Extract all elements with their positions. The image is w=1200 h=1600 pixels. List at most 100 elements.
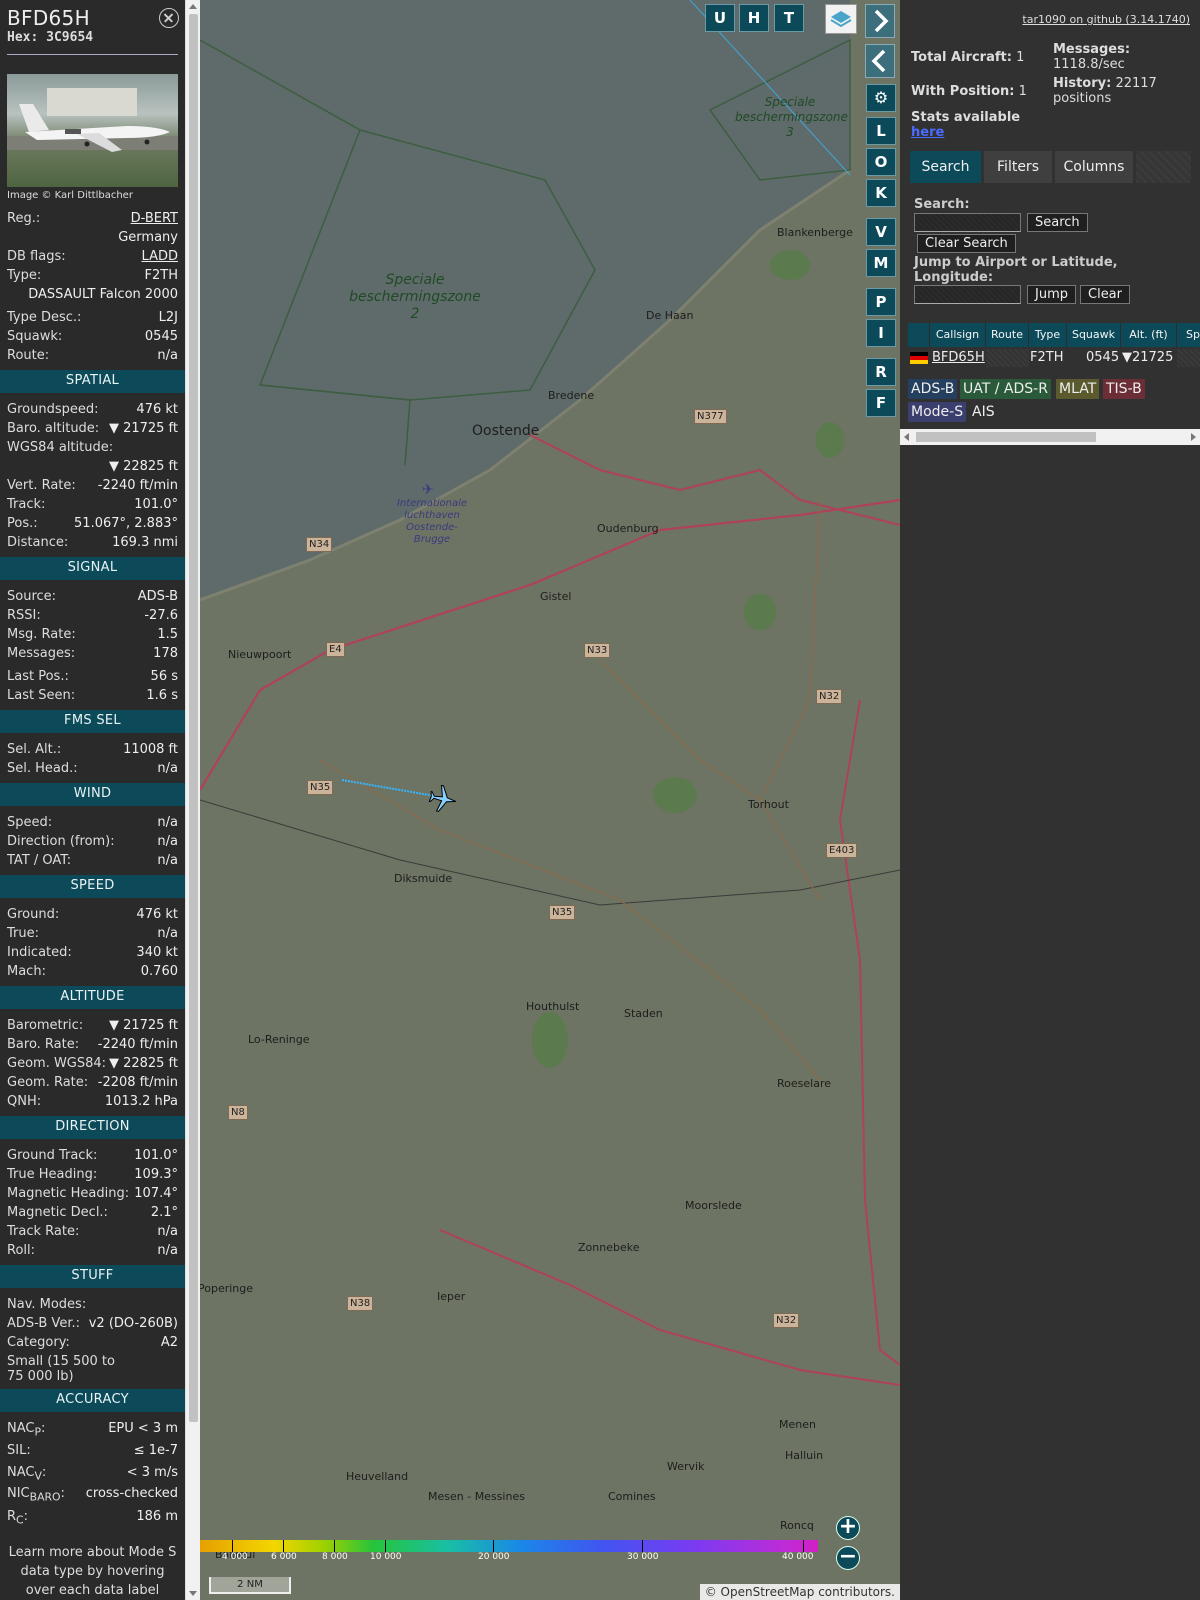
tab-empty (1136, 151, 1191, 183)
place-blankenberge: Blankenberge (777, 226, 853, 239)
aircraft-marker-icon[interactable] (425, 784, 461, 814)
col-type[interactable]: Type (1029, 323, 1067, 347)
tab-columns[interactable]: Columns (1055, 151, 1133, 183)
col-callsign[interactable]: Callsign (930, 323, 986, 347)
layers-button[interactable] (825, 4, 857, 34)
aircraft-callsign[interactable]: BFD65H (7, 6, 178, 30)
expand-sidebar-button[interactable] (865, 4, 895, 38)
toggle-m[interactable]: M (866, 249, 896, 277)
source-value: ADS-B (137, 589, 178, 604)
panel-scrollbar[interactable] (185, 0, 200, 1600)
col-altitude[interactable]: Alt. (ft) (1121, 323, 1177, 347)
scroll-right-icon[interactable] (1191, 433, 1196, 441)
toggle-i[interactable]: I (866, 319, 896, 347)
source-modes: Mode-S (908, 402, 967, 422)
section-fms-sel: FMS SEL (0, 710, 185, 733)
stats-link[interactable]: here (911, 125, 944, 140)
zoom-in-button[interactable]: + (836, 1516, 860, 1540)
place-mesen: Mesen - Messines (428, 1490, 525, 1503)
dbflags-link[interactable]: LADD (142, 247, 178, 266)
toggle-t[interactable]: T (774, 4, 804, 32)
rc-label-sub: C (16, 1513, 24, 1527)
last-seen-value: 1.6 s (146, 688, 178, 703)
row-callsign[interactable]: BFD65H (932, 349, 985, 367)
github-link[interactable]: tar1090 on github (3.14.1740) (1022, 13, 1190, 26)
zoom-out-button[interactable]: − (836, 1546, 860, 1570)
adsb-version-value: v2 (DO-260B) (88, 1316, 178, 1331)
scrollbar-thumb[interactable] (916, 432, 1096, 442)
place-wervik: Wervik (667, 1460, 705, 1473)
section-altitude: ALTITUDE (0, 986, 185, 1009)
registration-link[interactable]: D-BERT (131, 209, 178, 228)
toggle-h[interactable]: H (739, 4, 769, 32)
geom-alt-label: Geom. WGS84: (7, 1056, 107, 1071)
road-n35-west: N35 (307, 780, 334, 795)
collapse-sidebar-button[interactable] (865, 44, 895, 78)
place-comines: Comines (608, 1490, 656, 1503)
toggle-k[interactable]: K (866, 179, 896, 207)
place-moorslede: Moorslede (685, 1199, 742, 1212)
toggle-l[interactable]: L (866, 117, 896, 145)
table-horizontal-scrollbar[interactable] (900, 429, 1200, 445)
scroll-up-icon[interactable] (189, 4, 197, 9)
section-wind: WIND (0, 783, 185, 806)
settings-button[interactable]: ⚙ (866, 84, 896, 112)
geom-alt-value: ▼ 22825 ft (108, 1056, 178, 1071)
jet-image-icon (19, 104, 170, 152)
alt-mark (493, 1540, 494, 1552)
col-route[interactable]: Route (986, 323, 1029, 347)
col-speed[interactable]: Spd (1177, 323, 1200, 347)
jump-input[interactable] (914, 285, 1021, 304)
toggle-u[interactable]: U (705, 4, 735, 32)
clear-button[interactable]: Clear (1080, 285, 1130, 304)
mach-label: Mach: (7, 964, 46, 979)
map-canvas[interactable]: Speciale beschermingszone 2 Speciale bes… (200, 0, 900, 1600)
road-n33: N33 (584, 643, 611, 658)
baro-alt-value: ▼ 21725 ft (108, 421, 178, 436)
rc-value: 186 m (136, 1509, 178, 1524)
track-label: Track: (7, 497, 46, 512)
gear-icon: ⚙ (873, 88, 889, 107)
toggle-f[interactable]: F (866, 389, 896, 417)
chevron-left-icon (871, 49, 886, 73)
sidebar-tabs: Search Filters Columns (910, 151, 1191, 183)
ground-speed-label: Ground: (7, 907, 60, 922)
nicbaro-label: NICBARO: (7, 1486, 65, 1504)
toggle-o[interactable]: O (866, 148, 896, 176)
road-n32-south: N32 (773, 1313, 800, 1328)
nav-modes-label: Nav. Modes: (7, 1297, 87, 1312)
alt-tick: 40 000 (782, 1552, 814, 1562)
last-seen-label: Last Seen: (7, 688, 76, 703)
search-input[interactable] (914, 213, 1021, 232)
stats-text: Stats available (911, 110, 1021, 125)
nacv-label-sub: V (34, 1469, 42, 1483)
row-altitude: ▼21725 (1122, 350, 1174, 365)
baro-alt-label: Baro. altitude: (7, 421, 100, 436)
jump-button[interactable]: Jump (1027, 285, 1076, 304)
search-button[interactable]: Search (1027, 213, 1088, 232)
col-flag[interactable] (908, 323, 930, 347)
toggle-p[interactable]: P (866, 288, 896, 316)
close-icon[interactable] (159, 8, 179, 28)
track-rate-label: Track Rate: (7, 1224, 80, 1239)
map-attribution[interactable]: © OpenStreetMap contributors. (699, 1584, 900, 1600)
dbflags-label: DB flags: (7, 249, 66, 264)
tab-filters[interactable]: Filters (984, 151, 1052, 183)
col-squawk[interactable]: Squawk (1067, 323, 1121, 347)
sel-alt-label: Sel. Alt.: (7, 742, 62, 757)
aircraft-photo[interactable] (7, 74, 178, 187)
tab-search[interactable]: Search (910, 151, 981, 183)
learn-more-text: Learn more about Mode S data type by hov… (8, 1545, 177, 1598)
toggle-r[interactable]: R (866, 358, 896, 386)
scrollbar-thumb[interactable] (189, 14, 198, 1422)
total-aircraft-label: Total Aircraft: (911, 50, 1012, 65)
mag-heading-label: Magnetic Heading: (7, 1186, 130, 1201)
source-uat: UAT / ADS-R (960, 379, 1051, 399)
scroll-down-icon[interactable] (189, 1591, 197, 1596)
alt-mark (803, 1540, 804, 1552)
toggle-v[interactable]: V (866, 218, 896, 246)
clear-search-button[interactable]: Clear Search (917, 234, 1016, 253)
roll-value: n/a (157, 1243, 178, 1258)
scroll-left-icon[interactable] (904, 433, 909, 441)
airport-label: Internationale luchthaven Oostende-Brugg… (396, 498, 468, 545)
